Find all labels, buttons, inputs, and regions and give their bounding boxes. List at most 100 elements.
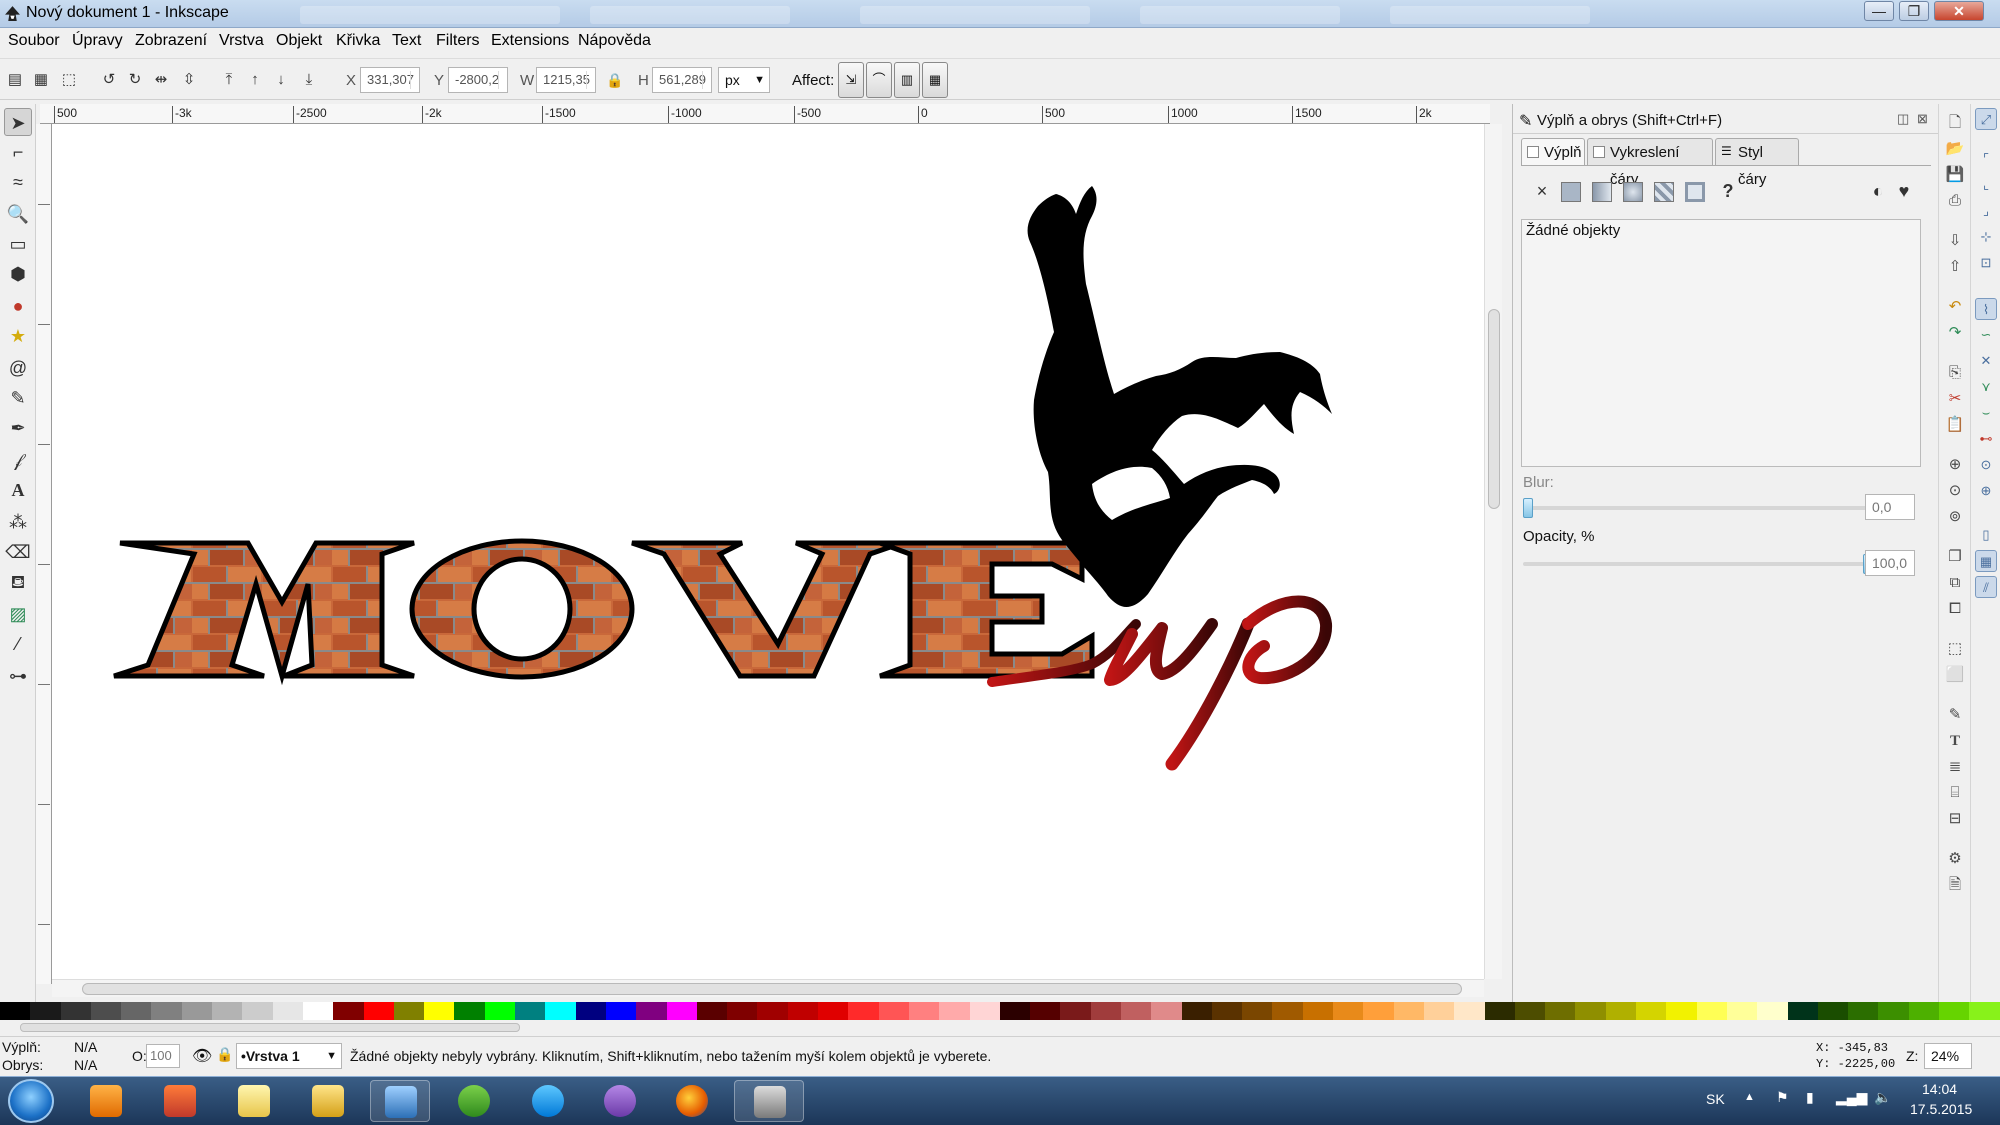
palette-swatch[interactable] <box>0 1002 31 1020</box>
palette-swatch[interactable] <box>272 1002 303 1020</box>
undo-icon[interactable]: ↶ <box>1944 296 1966 318</box>
menu-filters[interactable]: Filters <box>436 32 480 50</box>
palette-swatch[interactable] <box>1120 1002 1152 1020</box>
palette-swatch[interactable] <box>605 1002 637 1020</box>
document-properties-icon[interactable]: 🗎 <box>1944 874 1966 896</box>
palette-swatch[interactable] <box>333 1002 364 1020</box>
snap-object-center-icon[interactable]: ⊙ <box>1975 454 1997 476</box>
xml-editor-icon[interactable]: ⌸ <box>1944 782 1966 804</box>
palette-swatch[interactable] <box>908 1002 940 1020</box>
clock-date[interactable]: 17.5.2015 <box>1910 1101 1972 1117</box>
export-icon[interactable]: ⇧ <box>1944 256 1966 278</box>
paste-icon[interactable]: 📋 <box>1944 414 1966 436</box>
palette-swatch[interactable] <box>181 1002 213 1020</box>
unit-select[interactable]: px ▼ <box>718 67 770 93</box>
palette-swatch[interactable] <box>1242 1002 1273 1020</box>
palette-swatch[interactable] <box>1484 1002 1515 1020</box>
menu-help[interactable]: Nápověda <box>578 32 651 50</box>
palette-swatch[interactable] <box>393 1002 425 1020</box>
palette-swatch[interactable] <box>1211 1002 1243 1020</box>
pencil-tool-icon[interactable]: ✎ <box>4 384 32 412</box>
redo-icon[interactable]: ↷ <box>1944 322 1966 344</box>
taskbar-app[interactable] <box>224 1080 284 1122</box>
palette-swatch[interactable] <box>212 1002 243 1020</box>
copy-icon[interactable]: ⎘ <box>1944 362 1966 384</box>
horizontal-scrollbar[interactable] <box>52 979 1484 997</box>
menu-object[interactable]: Objekt <box>276 32 322 50</box>
print-icon[interactable]: ⎙ <box>1944 190 1966 212</box>
close-button[interactable]: ✕ <box>1934 1 1984 21</box>
palette-swatch[interactable] <box>1696 1002 1727 1020</box>
menu-edit[interactable]: Úpravy <box>72 32 123 50</box>
fill-rule-nonzero-icon[interactable]: ♥ <box>1891 178 1917 204</box>
palette-swatch[interactable] <box>1151 1002 1182 1020</box>
stroke-indicator-value[interactable]: N/A <box>74 1057 97 1073</box>
unset-paint-button[interactable]: ? <box>1715 178 1741 204</box>
palette-swatch[interactable] <box>1363 1002 1394 1020</box>
volume-icon[interactable]: 🔈 <box>1874 1089 1891 1106</box>
snap-bbox-corner-icon[interactable]: ⌟ <box>1975 200 1997 222</box>
snap-bbox-edge-icon[interactable]: ⌞ <box>1975 174 1997 196</box>
x-field[interactable]: 331,307 <box>360 67 420 93</box>
color-palette[interactable] <box>0 1002 2000 1020</box>
palette-swatch[interactable] <box>1514 1002 1546 1020</box>
drawing-canvas[interactable] <box>52 124 1484 979</box>
snap-midpoint-icon[interactable]: ⊷ <box>1975 428 1997 450</box>
scale-stroke-toggle[interactable]: ⇲ <box>838 62 864 98</box>
palette-swatch[interactable] <box>636 1002 667 1020</box>
palette-swatch[interactable] <box>1726 1002 1758 1020</box>
action-center-flag-icon[interactable]: ⚑ <box>1776 1089 1789 1106</box>
height-field[interactable]: 561,289 <box>652 67 712 93</box>
palette-swatch[interactable] <box>1423 1002 1455 1020</box>
rotate-cw-icon[interactable]: ↻ <box>124 69 146 91</box>
clock-time[interactable]: 14:04 <box>1922 1081 1957 1097</box>
palette-swatch[interactable] <box>424 1002 455 1020</box>
palette-swatch[interactable] <box>969 1002 1000 1020</box>
close-dialog-icon[interactable]: ⊠ <box>1917 111 1928 127</box>
fill-indicator-value[interactable]: N/A <box>74 1039 97 1055</box>
palette-swatch[interactable] <box>1090 1002 1121 1020</box>
3d-box-tool-icon[interactable]: ⬢ <box>4 260 32 288</box>
fill-rule-evenodd-icon[interactable]: ◐ <box>1865 178 1891 204</box>
palette-swatch[interactable] <box>696 1002 728 1020</box>
align-distribute-icon[interactable]: ⊟ <box>1944 808 1966 830</box>
paint-bucket-tool-icon[interactable]: ⛾ <box>4 568 32 596</box>
duplicate-icon[interactable]: ❐ <box>1944 546 1966 568</box>
linear-gradient-button[interactable] <box>1592 182 1612 202</box>
palette-swatch[interactable] <box>60 1002 91 1020</box>
transform-gradients-toggle[interactable]: ▥ <box>894 62 920 98</box>
transform-patterns-toggle[interactable]: ▦ <box>922 62 948 98</box>
snap-bbox-midpoint-icon[interactable]: ⊹ <box>1975 226 1997 248</box>
minimize-button[interactable]: — <box>1864 1 1894 21</box>
lower-icon[interactable]: ↓ <box>270 69 292 91</box>
import-icon[interactable]: ⇩ <box>1944 230 1966 252</box>
palette-swatch[interactable] <box>878 1002 909 1020</box>
taskbar-app[interactable] <box>518 1080 578 1122</box>
snap-toggle-icon[interactable]: ⤢ <box>1975 108 1997 130</box>
snap-guide-icon[interactable]: ⫽ <box>1975 576 1997 598</box>
palette-swatch[interactable] <box>1757 1002 1788 1020</box>
palette-swatch[interactable] <box>848 1002 879 1020</box>
start-button[interactable] <box>8 1079 54 1123</box>
tab-stroke-paint[interactable]: Vykreslení čáry <box>1587 138 1713 188</box>
taskbar-app[interactable] <box>298 1080 358 1122</box>
flip-horizontal-icon[interactable]: ⇹ <box>150 69 172 91</box>
new-document-icon[interactable]: 🗋 <box>1944 112 1966 134</box>
palette-swatch[interactable] <box>1030 1002 1061 1020</box>
flat-color-button[interactable] <box>1561 182 1581 202</box>
palette-swatch[interactable] <box>484 1002 516 1020</box>
palette-swatch[interactable] <box>1302 1002 1334 1020</box>
palette-swatch[interactable] <box>1272 1002 1303 1020</box>
menu-extensions[interactable]: Extensions <box>491 32 569 50</box>
preferences-icon[interactable]: ⚙ <box>1944 848 1966 870</box>
taskbar-app[interactable] <box>76 1080 136 1122</box>
palette-scroll-thumb[interactable] <box>20 1023 520 1032</box>
save-icon[interactable]: 💾 <box>1944 164 1966 186</box>
text-tool-icon[interactable]: A <box>4 476 32 504</box>
no-paint-button[interactable]: × <box>1529 178 1555 204</box>
taskbar-app[interactable] <box>662 1080 722 1122</box>
layers-icon[interactable]: ≣ <box>1944 756 1966 778</box>
palette-swatch[interactable] <box>515 1002 546 1020</box>
calligraphy-tool-icon[interactable]: 𝒻 <box>4 446 32 474</box>
clone-icon[interactable]: ⧉ <box>1944 572 1966 594</box>
